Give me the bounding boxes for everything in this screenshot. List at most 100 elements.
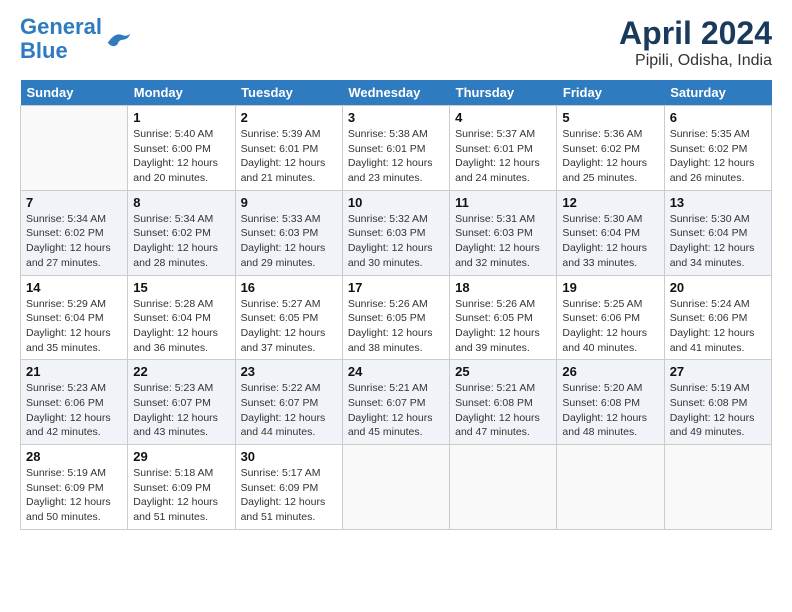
calendar-cell [450,445,557,530]
calendar-cell: 28Sunrise: 5:19 AM Sunset: 6:09 PM Dayli… [21,445,128,530]
day-number: 3 [348,110,444,125]
week-row-4: 21 Sunrise: 5:23 AM Sunset: 6:06 PM Dayli… [21,360,772,445]
calendar-cell: 17Sunrise: 5:26 AM Sunset: 6:05 PM Dayli… [342,275,449,360]
calendar-cell: 20 Sunrise: 5:24 AM Sunset: 6:06 PM Dayli… [664,275,771,360]
week-row-2: 7 Sunrise: 5:34 AM Sunset: 6:02 PM Daylig… [21,190,772,275]
calendar-cell: 7 Sunrise: 5:34 AM Sunset: 6:02 PM Daylig… [21,190,128,275]
day-number: 26 [562,364,658,379]
day-detail: Sunrise: 5:29 AM Sunset: 6:04 PM Dayligh… [26,297,122,356]
day-number: 27 [670,364,766,379]
calendar-cell: 25 Sunrise: 5:21 AM Sunset: 6:08 PM Dayli… [450,360,557,445]
day-number: 4 [455,110,551,125]
calendar-header: SundayMondayTuesdayWednesdayThursdayFrid… [21,80,772,106]
day-detail: Sunrise: 5:28 AM Sunset: 6:04 PM Dayligh… [133,297,229,356]
day-number: 25 [455,364,551,379]
day-number: 6 [670,110,766,125]
day-number: 14 [26,280,122,295]
calendar-cell: 22Sunrise: 5:23 AM Sunset: 6:07 PM Dayli… [128,360,235,445]
day-detail: Sunrise: 5:24 AM Sunset: 6:06 PM Dayligh… [670,297,766,356]
calendar-cell [557,445,664,530]
day-detail: Sunrise: 5:34 AM Sunset: 6:02 PM Dayligh… [133,212,229,271]
day-number: 20 [670,280,766,295]
day-number: 16 [241,280,337,295]
week-row-1: 1 Sunrise: 5:40 AM Sunset: 6:00 PM Daylig… [21,106,772,191]
day-detail: Sunrise: 5:37 AM Sunset: 6:01 PM Dayligh… [455,127,551,186]
page-subtitle: Pipili, Odisha, India [619,52,772,70]
day-number: 30 [241,449,337,464]
calendar-cell [342,445,449,530]
calendar-cell: 11 Sunrise: 5:31 AM Sunset: 6:03 PM Dayli… [450,190,557,275]
calendar-cell: 16 Sunrise: 5:27 AM Sunset: 6:05 PM Dayli… [235,275,342,360]
day-number: 19 [562,280,658,295]
day-detail: Sunrise: 5:23 AM Sunset: 6:06 PM Dayligh… [26,381,122,440]
calendar-cell: 13 Sunrise: 5:30 AM Sunset: 6:04 PM Dayli… [664,190,771,275]
day-detail: Sunrise: 5:21 AM Sunset: 6:08 PM Dayligh… [455,381,551,440]
day-detail: Sunrise: 5:40 AM Sunset: 6:00 PM Dayligh… [133,127,229,186]
header-day-wednesday: Wednesday [342,80,449,106]
day-detail: Sunrise: 5:30 AM Sunset: 6:04 PM Dayligh… [562,212,658,271]
day-number: 10 [348,195,444,210]
day-number: 11 [455,195,551,210]
day-detail: Sunrise: 5:38 AM Sunset: 6:01 PM Dayligh… [348,127,444,186]
calendar-cell: 18Sunrise: 5:26 AM Sunset: 6:05 PM Dayli… [450,275,557,360]
day-number: 1 [133,110,229,125]
logo-text: GeneralBlue [20,15,102,63]
day-detail: Sunrise: 5:22 AM Sunset: 6:07 PM Dayligh… [241,381,337,440]
day-number: 12 [562,195,658,210]
day-number: 13 [670,195,766,210]
calendar-cell: 4 Sunrise: 5:37 AM Sunset: 6:01 PM Daylig… [450,106,557,191]
calendar-cell: 21 Sunrise: 5:23 AM Sunset: 6:06 PM Dayli… [21,360,128,445]
calendar-cell: 1 Sunrise: 5:40 AM Sunset: 6:00 PM Daylig… [128,106,235,191]
calendar-cell: 8 Sunrise: 5:34 AM Sunset: 6:02 PM Daylig… [128,190,235,275]
day-number: 29 [133,449,229,464]
day-detail: Sunrise: 5:34 AM Sunset: 6:02 PM Dayligh… [26,212,122,271]
calendar-cell: 27 Sunrise: 5:19 AM Sunset: 6:08 PM Dayli… [664,360,771,445]
day-detail: Sunrise: 5:27 AM Sunset: 6:05 PM Dayligh… [241,297,337,356]
calendar-cell: 10 Sunrise: 5:32 AM Sunset: 6:03 PM Dayli… [342,190,449,275]
calendar-cell: 6 Sunrise: 5:35 AM Sunset: 6:02 PM Daylig… [664,106,771,191]
day-detail: Sunrise: 5:31 AM Sunset: 6:03 PM Dayligh… [455,212,551,271]
day-detail: Sunrise: 5:19 AM Sunset: 6:08 PM Dayligh… [670,381,766,440]
day-detail: Sunrise: 5:35 AM Sunset: 6:02 PM Dayligh… [670,127,766,186]
day-detail: Sunrise: 5:39 AM Sunset: 6:01 PM Dayligh… [241,127,337,186]
calendar-cell: 30 Sunrise: 5:17 AM Sunset: 6:09 PM Dayli… [235,445,342,530]
calendar-cell: 12 Sunrise: 5:30 AM Sunset: 6:04 PM Dayli… [557,190,664,275]
calendar-body: 1 Sunrise: 5:40 AM Sunset: 6:00 PM Daylig… [21,106,772,530]
day-detail: Sunrise: 5:18 AM Sunset: 6:09 PM Dayligh… [133,466,229,525]
main-container: GeneralBlue April 2024 Pipili, Odisha, I… [0,0,792,540]
calendar-cell: 5Sunrise: 5:36 AM Sunset: 6:02 PM Daylig… [557,106,664,191]
day-detail: Sunrise: 5:26 AM Sunset: 6:05 PM Dayligh… [455,297,551,356]
header-day-saturday: Saturday [664,80,771,106]
calendar-cell: 23 Sunrise: 5:22 AM Sunset: 6:07 PM Dayli… [235,360,342,445]
day-detail: Sunrise: 5:20 AM Sunset: 6:08 PM Dayligh… [562,381,658,440]
header-row-days: SundayMondayTuesdayWednesdayThursdayFrid… [21,80,772,106]
day-number: 17 [348,280,444,295]
day-detail: Sunrise: 5:32 AM Sunset: 6:03 PM Dayligh… [348,212,444,271]
calendar-cell: 29 Sunrise: 5:18 AM Sunset: 6:09 PM Dayli… [128,445,235,530]
calendar-cell: 14 Sunrise: 5:29 AM Sunset: 6:04 PM Dayli… [21,275,128,360]
day-number: 23 [241,364,337,379]
day-number: 21 [26,364,122,379]
day-number: 9 [241,195,337,210]
calendar-cell: 24 Sunrise: 5:21 AM Sunset: 6:07 PM Dayli… [342,360,449,445]
calendar-cell: 19Sunrise: 5:25 AM Sunset: 6:06 PM Dayli… [557,275,664,360]
day-detail: Sunrise: 5:21 AM Sunset: 6:07 PM Dayligh… [348,381,444,440]
calendar-cell: 3 Sunrise: 5:38 AM Sunset: 6:01 PM Daylig… [342,106,449,191]
logo: GeneralBlue [20,15,134,63]
day-detail: Sunrise: 5:17 AM Sunset: 6:09 PM Dayligh… [241,466,337,525]
day-detail: Sunrise: 5:33 AM Sunset: 6:03 PM Dayligh… [241,212,337,271]
header-row: GeneralBlue April 2024 Pipili, Odisha, I… [20,15,772,70]
calendar-cell [664,445,771,530]
calendar-table: SundayMondayTuesdayWednesdayThursdayFrid… [20,80,772,530]
day-number: 2 [241,110,337,125]
day-number: 8 [133,195,229,210]
week-row-5: 28Sunrise: 5:19 AM Sunset: 6:09 PM Dayli… [21,445,772,530]
calendar-cell [21,106,128,191]
day-detail: Sunrise: 5:23 AM Sunset: 6:07 PM Dayligh… [133,381,229,440]
calendar-cell: 15Sunrise: 5:28 AM Sunset: 6:04 PM Dayli… [128,275,235,360]
day-detail: Sunrise: 5:19 AM Sunset: 6:09 PM Dayligh… [26,466,122,525]
day-number: 24 [348,364,444,379]
day-detail: Sunrise: 5:30 AM Sunset: 6:04 PM Dayligh… [670,212,766,271]
day-number: 7 [26,195,122,210]
calendar-cell: 26 Sunrise: 5:20 AM Sunset: 6:08 PM Dayli… [557,360,664,445]
